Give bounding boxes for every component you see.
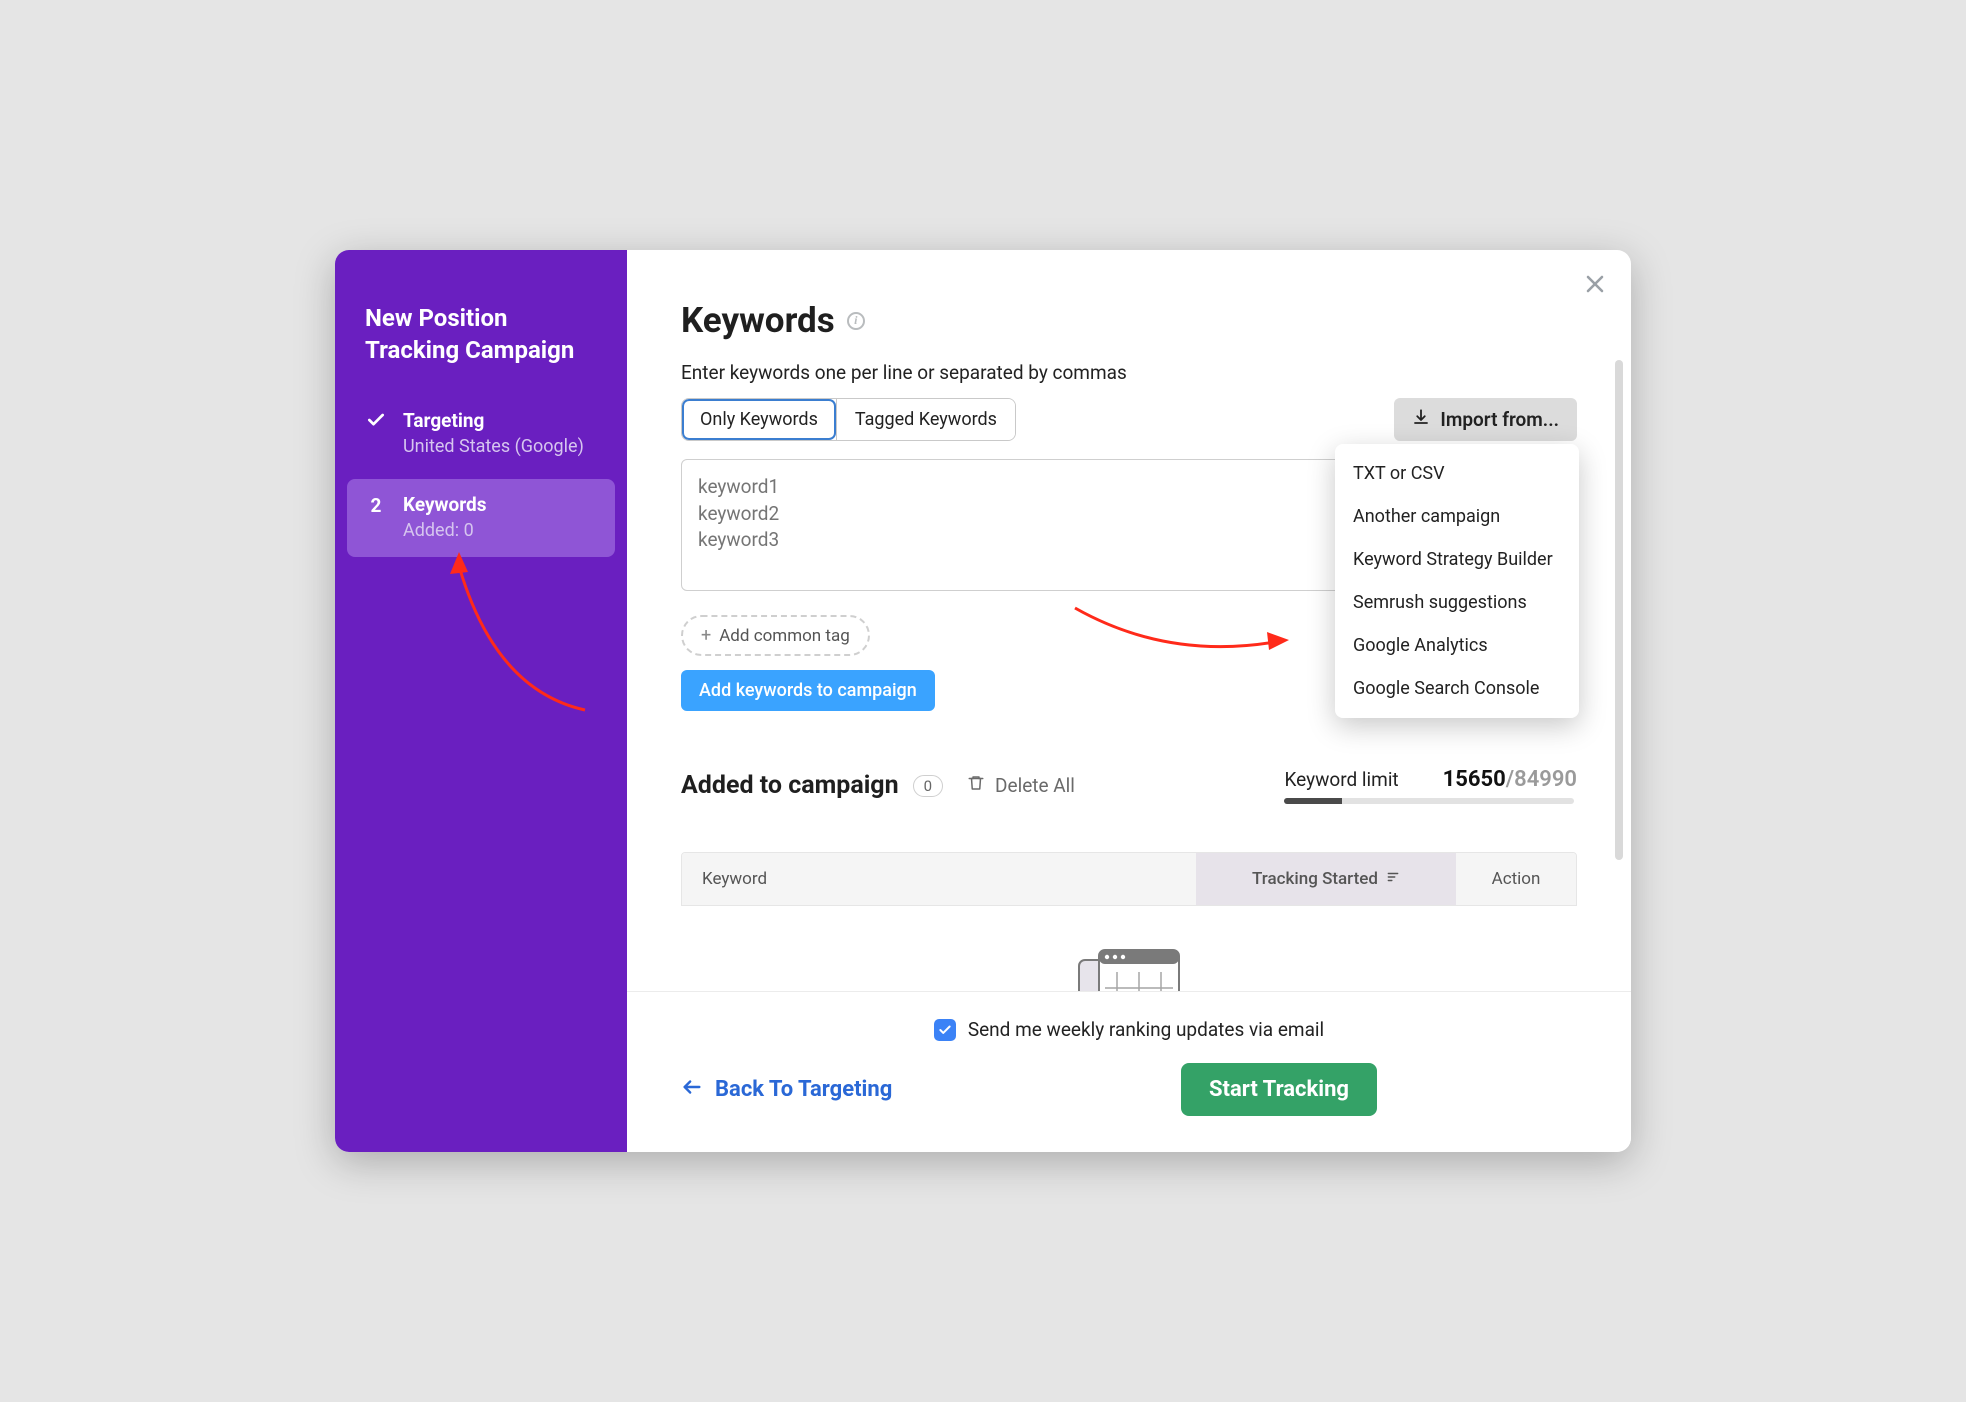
step-number: 2 [365, 493, 387, 541]
scrollbar[interactable] [1615, 360, 1623, 880]
main-panel: Keywords i Enter keywords one per line o… [627, 250, 1631, 1152]
plus-icon: + [701, 625, 711, 646]
keyword-mode-tabs: Only Keywords Tagged Keywords [681, 398, 1016, 441]
added-count-badge: 0 [913, 775, 943, 797]
delete-all-button[interactable]: Delete All [967, 774, 1075, 797]
trash-icon [967, 774, 985, 797]
added-title: Added to campaign [681, 771, 899, 800]
wizard-step-targeting[interactable]: Targeting United States (Google) [347, 395, 615, 473]
page-title: Keywords i [681, 300, 1577, 341]
empty-state-illustration [1069, 942, 1189, 991]
scrollbar-thumb[interactable] [1615, 360, 1623, 860]
weekly-updates-checkbox[interactable]: Send me weekly ranking updates via email [934, 1018, 1324, 1041]
step-sub: Added: 0 [403, 520, 486, 541]
keywords-table-header: Keyword Tracking Started Action [681, 852, 1577, 906]
start-tracking-button[interactable]: Start Tracking [1181, 1063, 1377, 1116]
add-common-tag-button[interactable]: + Add common tag [681, 615, 870, 656]
back-to-targeting-link[interactable]: Back To Targeting [681, 1076, 892, 1104]
import-from-dropdown: TXT or CSV Another campaign Keyword Stra… [1335, 444, 1579, 718]
col-action: Action [1456, 853, 1576, 905]
limit-label: Keyword limit [1284, 768, 1398, 791]
step-label: Keywords [403, 493, 486, 516]
limit-max: 84990 [1514, 767, 1577, 792]
download-icon [1412, 408, 1430, 431]
import-option-google-analytics[interactable]: Google Analytics [1335, 624, 1579, 667]
keyword-limit: Keyword limit 15650/84990 [1284, 767, 1577, 804]
import-from-label: Import from... [1440, 408, 1559, 431]
col-tracking-label: Tracking Started [1252, 869, 1378, 889]
step-sub: United States (Google) [403, 436, 584, 457]
import-option-txt-csv[interactable]: TXT or CSV [1335, 452, 1579, 495]
check-icon [365, 409, 387, 457]
import-option-semrush-suggestions[interactable]: Semrush suggestions [1335, 581, 1579, 624]
sort-icon [1386, 869, 1400, 889]
weekly-updates-label: Send me weekly ranking updates via email [968, 1018, 1324, 1041]
delete-all-label: Delete All [995, 774, 1075, 797]
info-icon[interactable]: i [847, 312, 865, 330]
import-from-button[interactable]: Import from... [1394, 398, 1577, 441]
modal-footer: Send me weekly ranking updates via email… [627, 991, 1631, 1152]
limit-progress-bar [1284, 798, 1574, 804]
back-label: Back To Targeting [715, 1077, 892, 1102]
added-header: Added to campaign 0 Delete All Keyword l… [681, 767, 1577, 804]
wizard-step-keywords[interactable]: 2 Keywords Added: 0 [347, 479, 615, 557]
helper-text: Enter keywords one per line or separated… [681, 361, 1577, 384]
add-tag-label: Add common tag [719, 626, 850, 646]
page-title-text: Keywords [681, 300, 835, 341]
tab-only-keywords[interactable]: Only Keywords [682, 399, 836, 440]
content-scroll: Keywords i Enter keywords one per line o… [627, 250, 1631, 991]
arrow-left-icon [681, 1076, 703, 1104]
wizard-sidebar: New Position Tracking Campaign Targeting… [335, 250, 627, 1152]
col-tracking-started[interactable]: Tracking Started [1196, 853, 1456, 905]
tab-tagged-keywords[interactable]: Tagged Keywords [836, 399, 1015, 440]
col-keyword[interactable]: Keyword [682, 853, 1196, 905]
limit-values: 15650/84990 [1443, 767, 1577, 792]
import-option-another-campaign[interactable]: Another campaign [1335, 495, 1579, 538]
add-keywords-button[interactable]: Add keywords to campaign [681, 670, 935, 711]
checkbox-checked-icon [934, 1019, 956, 1041]
footer-actions: Back To Targeting Start Tracking [681, 1063, 1577, 1116]
toolbar-row: Only Keywords Tagged Keywords Import fro… [681, 398, 1577, 441]
annotation-arrow-icon [435, 540, 615, 730]
sidebar-title: New Position Tracking Campaign [335, 302, 627, 395]
import-option-google-search-console[interactable]: Google Search Console [1335, 667, 1579, 710]
position-tracking-modal: New Position Tracking Campaign Targeting… [335, 250, 1631, 1152]
step-label: Targeting [403, 409, 584, 432]
import-option-keyword-strategy-builder[interactable]: Keyword Strategy Builder [1335, 538, 1579, 581]
limit-used: 15650 [1443, 767, 1506, 792]
